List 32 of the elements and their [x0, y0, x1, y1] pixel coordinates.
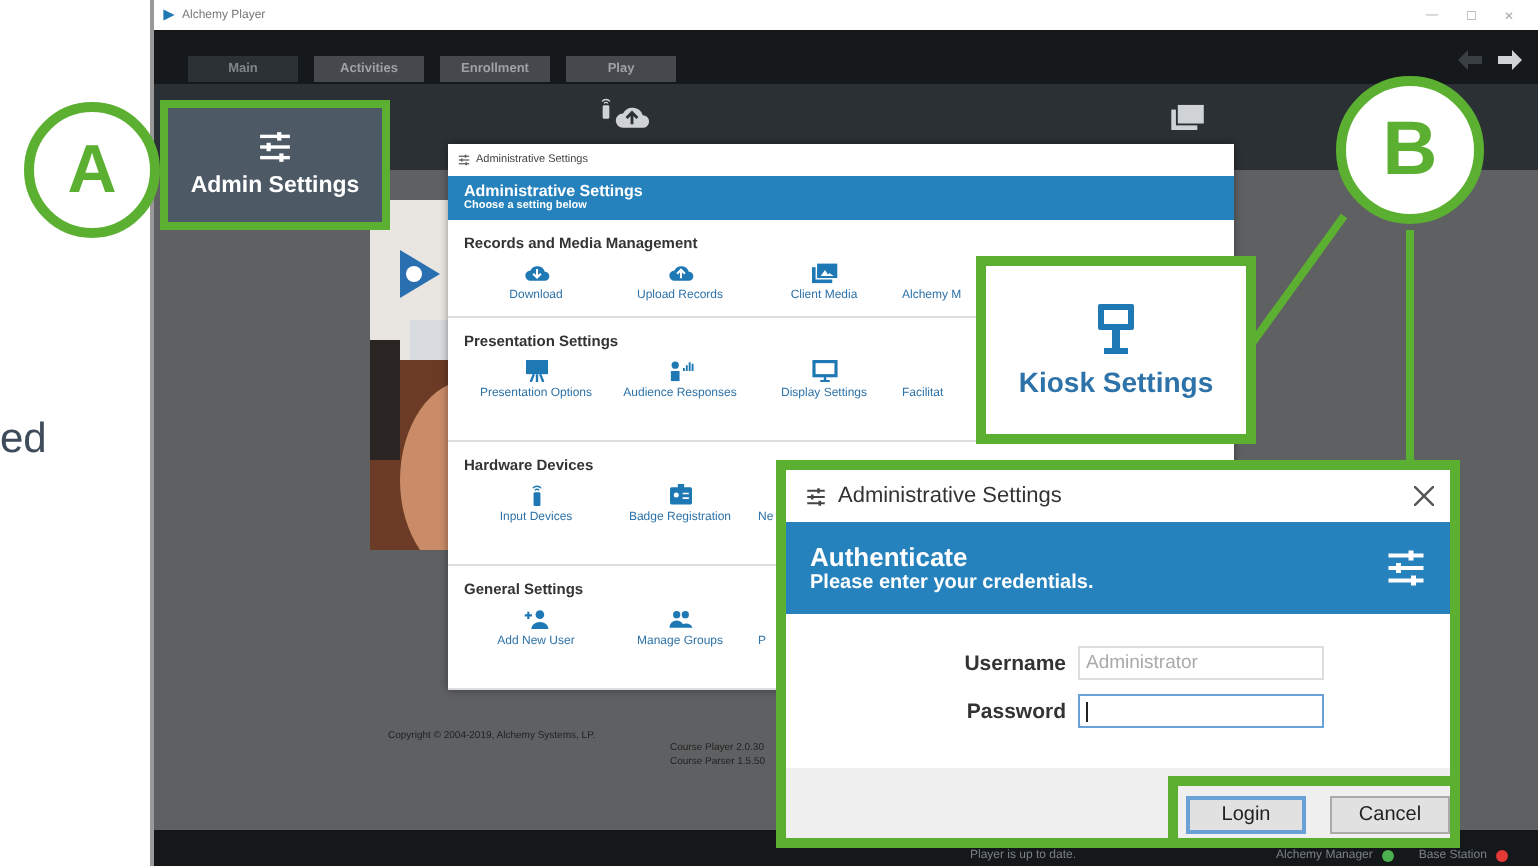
projector-screen-icon	[523, 360, 549, 382]
header-title: Administrative Settings	[464, 182, 645, 200]
dialog-title: Administrative Settings	[838, 484, 1062, 508]
header-subtitle: Please enter your credentials.	[810, 572, 1094, 594]
monitor-icon	[811, 360, 837, 382]
cloud-upload-icon	[667, 262, 693, 284]
dialog-button[interactable]: Cancel	[1330, 796, 1450, 834]
kiosk-icon	[1096, 302, 1136, 354]
image-folder-icon[interactable]	[1170, 104, 1206, 130]
group-icon	[667, 608, 693, 630]
play-logo-icon	[162, 8, 176, 22]
callout-circle: A	[24, 102, 160, 238]
sliders-icon	[806, 487, 826, 505]
id-badge-icon	[667, 484, 693, 506]
sliders-icon	[458, 154, 470, 166]
sliders-icon	[1386, 550, 1426, 586]
sliders-icon	[258, 132, 292, 162]
cloud-download-icon	[523, 262, 549, 284]
image-folder-icon	[811, 262, 837, 284]
kiosk-settings-button[interactable]: Kiosk Settings	[976, 256, 1256, 444]
cloud-upload-icon[interactable]	[614, 104, 650, 130]
input-field[interactable]	[1078, 694, 1324, 728]
add-user-icon	[523, 608, 549, 630]
header-title: Authenticate	[810, 542, 970, 572]
person-chart-icon	[667, 360, 693, 382]
dialog-button[interactable]: Login	[1186, 796, 1306, 834]
field-label: Password	[964, 699, 1066, 723]
body-text-fragment: ed	[0, 416, 47, 464]
close-icon[interactable]	[1410, 482, 1438, 510]
forward-arrow-icon[interactable]	[1498, 50, 1522, 70]
field-label: Username	[962, 651, 1066, 675]
admin-settings-button[interactable]: Admin Settings	[160, 100, 390, 230]
